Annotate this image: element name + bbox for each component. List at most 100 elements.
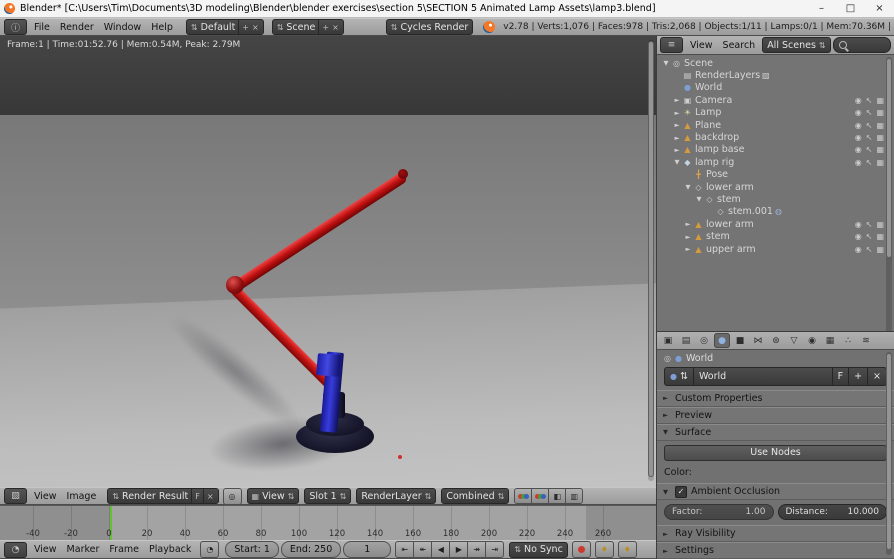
expand-toggle-icon[interactable]: ► — [672, 96, 682, 104]
editor-type-button[interactable]: ▨ — [4, 488, 27, 504]
tab-scene[interactable]: ◎ — [696, 333, 712, 348]
ao-distance-field[interactable]: Distance: 10.000 — [778, 504, 888, 520]
expand-toggle-icon[interactable]: ► — [683, 220, 693, 228]
menu-frame[interactable]: Frame — [104, 544, 144, 555]
close-button[interactable]: × — [865, 0, 894, 17]
tab-object-data[interactable]: ▽ — [786, 333, 802, 348]
menu-image[interactable]: Image — [62, 491, 102, 502]
panel-preview[interactable]: ► Preview — [657, 407, 894, 424]
datablock-browse-button[interactable]: ● ⇅ — [665, 368, 693, 385]
play-reverse-button[interactable]: ◀ — [431, 541, 450, 558]
outliner-row[interactable]: ►▲lower arm◉↖▦ — [657, 218, 894, 230]
visibility-toggle-eye-icon[interactable]: ◉ — [855, 121, 862, 130]
keying-set-button[interactable]: ♦ — [595, 541, 614, 558]
use-nodes-button[interactable]: Use Nodes — [664, 445, 887, 462]
insert-keyframe-button[interactable]: ♦ — [618, 541, 637, 558]
end-frame-field[interactable]: End: 250 — [281, 541, 341, 558]
preview-range-toggle[interactable]: ◔ — [200, 541, 219, 558]
properties-scrollbar[interactable] — [886, 352, 892, 555]
menu-marker[interactable]: Marker — [62, 544, 105, 555]
image-editor-canvas[interactable]: Frame:1 | Time:01:52.76 | Mem:0.54M, Pea… — [0, 36, 656, 487]
search-input[interactable] — [850, 40, 885, 50]
editor-mode-select[interactable]: ▦ View ⇅ — [247, 488, 300, 504]
screen-layout-selector[interactable]: ⇅ Default + × — [186, 19, 264, 35]
render-engine-select[interactable]: ⇅ Cycles Render — [386, 19, 473, 35]
visibility-toggle-eye-icon[interactable]: ◉ — [855, 158, 862, 167]
add-icon[interactable]: + — [322, 23, 329, 32]
selectability-toggle-select-icon[interactable]: ↖ — [866, 108, 873, 117]
menu-view[interactable]: View — [685, 40, 718, 51]
channels-z-button[interactable]: ▥ — [565, 488, 583, 504]
selectability-toggle-select-icon[interactable]: ↖ — [866, 245, 873, 254]
channels-color-button[interactable] — [531, 488, 549, 504]
image-datablock[interactable]: ⇅ Render Result F × — [107, 488, 218, 504]
expand-toggle-icon[interactable]: ▼ — [661, 59, 671, 67]
visibility-toggle-eye-icon[interactable]: ◉ — [855, 108, 862, 117]
selectability-toggle-select-icon[interactable]: ↖ — [866, 121, 873, 130]
add-icon[interactable]: + — [242, 23, 249, 32]
renderability-toggle-render-icon[interactable]: ▦ — [876, 96, 884, 105]
renderability-toggle-render-icon[interactable]: ▦ — [876, 108, 884, 117]
expand-toggle-icon[interactable]: ► — [683, 233, 693, 241]
outliner-row[interactable]: ╋Pose — [657, 169, 894, 181]
visibility-toggle-eye-icon[interactable]: ◉ — [855, 220, 862, 229]
prev-keyframe-button[interactable]: ↞ — [413, 541, 432, 558]
unlink-icon[interactable]: × — [207, 492, 214, 501]
tab-modifiers[interactable]: ⊛ — [768, 333, 784, 348]
selectability-toggle-select-icon[interactable]: ↖ — [866, 158, 873, 167]
render-pass-select[interactable]: Combined ⇅ — [441, 488, 509, 504]
expand-toggle-icon[interactable]: ▼ — [694, 195, 704, 203]
expand-toggle-icon[interactable]: ▼ — [672, 158, 682, 166]
panel-surface[interactable]: ▼ Surface — [657, 424, 894, 441]
menu-window[interactable]: Window — [99, 22, 146, 33]
expand-toggle-icon[interactable]: ► — [672, 134, 682, 142]
next-keyframe-button[interactable]: ↠ — [467, 541, 486, 558]
outliner-row[interactable]: ►▲lamp base◉↖▦ — [657, 144, 894, 156]
tab-material[interactable]: ◉ — [804, 333, 820, 348]
renderability-toggle-render-icon[interactable]: ▦ — [876, 232, 884, 241]
pin-button[interactable]: ◎ — [223, 488, 242, 505]
editor-type-button[interactable]: ≡ — [660, 37, 683, 53]
visibility-toggle-eye-icon[interactable]: ◉ — [855, 133, 862, 142]
menu-view[interactable]: View — [29, 491, 62, 502]
expand-toggle-icon[interactable]: ► — [683, 245, 693, 253]
outliner-row[interactable]: ►☀Lamp◉↖▦ — [657, 107, 894, 119]
outliner-row[interactable]: ▤RenderLayers▨ — [657, 69, 894, 81]
world-datablock[interactable]: ● ⇅ World F + × — [664, 367, 887, 386]
fake-user-button[interactable]: F — [195, 492, 200, 501]
outliner-row[interactable]: ►▲stem◉↖▦ — [657, 230, 894, 242]
outliner-row[interactable]: ▼◇lower arm — [657, 181, 894, 193]
add-datablock-button[interactable]: + — [849, 368, 867, 385]
visibility-toggle-eye-icon[interactable]: ◉ — [855, 145, 862, 154]
close-icon[interactable]: × — [332, 23, 339, 32]
menu-search[interactable]: Search — [718, 40, 761, 51]
outliner-row[interactable]: ●World — [657, 82, 894, 94]
render-layer-select[interactable]: RenderLayer ⇅ — [356, 488, 436, 504]
ambient-occlusion-checkbox[interactable]: ✓ — [675, 486, 687, 498]
expand-toggle-icon[interactable]: ► — [672, 146, 682, 154]
timeline-ruler[interactable]: -40-200204060801001201401601802002202402… — [0, 505, 656, 540]
renderability-toggle-render-icon[interactable]: ▦ — [876, 158, 884, 167]
menu-file[interactable]: File — [29, 22, 55, 33]
visibility-toggle-eye-icon[interactable]: ◉ — [855, 232, 862, 241]
outliner-row[interactable]: ►▣Camera◉↖▦ — [657, 94, 894, 106]
slot-select[interactable]: Slot 1 ⇅ — [304, 488, 351, 504]
editor-type-button[interactable]: ⓘ — [4, 19, 27, 35]
menu-view[interactable]: View — [29, 544, 62, 555]
renderability-toggle-render-icon[interactable]: ▦ — [876, 145, 884, 154]
tab-texture[interactable]: ▦ — [822, 333, 838, 348]
datablock-name-field[interactable]: World — [694, 368, 832, 385]
tab-object[interactable]: ■ — [732, 333, 748, 348]
selectability-toggle-select-icon[interactable]: ↖ — [866, 96, 873, 105]
outliner-row[interactable]: ►▲upper arm◉↖▦ — [657, 243, 894, 255]
renderability-toggle-render-icon[interactable]: ▦ — [876, 245, 884, 254]
menu-help[interactable]: Help — [146, 22, 178, 33]
outliner-row[interactable]: ►▲backdrop◉↖▦ — [657, 131, 894, 143]
selectability-toggle-select-icon[interactable]: ↖ — [866, 220, 873, 229]
current-frame-field[interactable]: 1 — [343, 541, 391, 558]
sync-mode-select[interactable]: ⇅ No Sync — [509, 542, 568, 558]
selectability-toggle-select-icon[interactable]: ↖ — [866, 232, 873, 241]
unlink-datablock-button[interactable]: × — [868, 368, 886, 385]
panel-settings[interactable]: ► Settings — [657, 542, 894, 559]
minimize-button[interactable]: – — [807, 0, 836, 17]
